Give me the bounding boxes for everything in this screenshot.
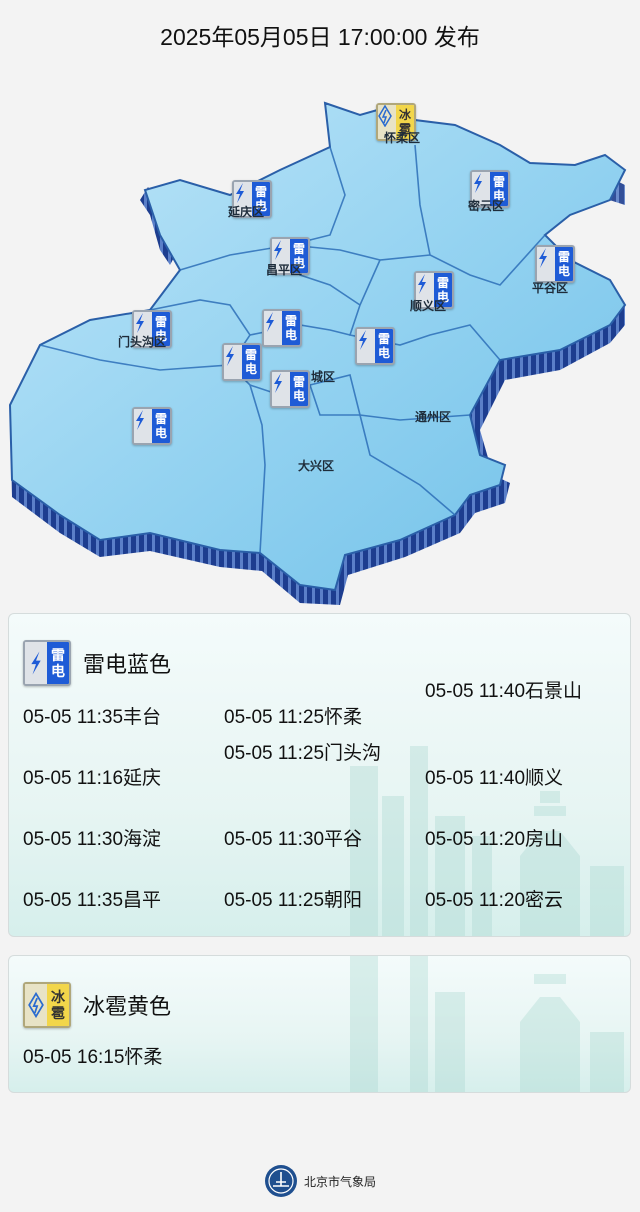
map-thunder-badge-fangshan[interactable]: 雷电 — [132, 407, 172, 445]
warning-entry: 05-05 11:20密云 — [425, 890, 564, 911]
map-label-miyun: 密云区 — [468, 199, 505, 213]
warning-entry: 05-05 11:20房山 — [425, 829, 564, 850]
map-thunder-badge-shijingshan[interactable]: 雷电 — [222, 343, 262, 381]
map-label-daxing: 大兴区 — [298, 459, 335, 473]
map-label-dongcheng: 城区 — [311, 370, 336, 384]
warning-entry: 05-05 11:25朝阳 — [224, 890, 363, 911]
warning-entry: 05-05 11:35昌平 — [23, 890, 162, 911]
warning-entry: 05-05 11:30海淀 — [23, 829, 162, 850]
warning-entry: 05-05 11:25门头沟 — [224, 743, 382, 764]
footer-agency: 北京市气象局 — [264, 1164, 376, 1198]
map-thunder-badge-chaoyang[interactable]: 雷电 — [355, 327, 395, 365]
map-label-tongzhou: 通州区 — [415, 410, 452, 424]
agency-name: 北京市气象局 — [304, 1174, 377, 1189]
map-label-huairou: 怀柔区 — [384, 131, 421, 145]
warning-entry: 05-05 11:25怀柔 — [224, 707, 363, 728]
lightning-icon — [357, 329, 375, 363]
lightning-icon — [224, 345, 242, 379]
warning-entry: 05-05 11:35丰台 — [23, 707, 162, 728]
warning-map[interactable]: 冰雹 怀柔区 雷电 延庆区 雷电 密云区 雷电 昌平区 雷电 平谷区 雷电 顺义… — [0, 85, 640, 605]
map-label-mentougou: 门头沟区 — [118, 335, 167, 349]
hail-yellow-badge: 冰雹 — [23, 982, 71, 1028]
card-title: 冰雹黄色 — [83, 994, 172, 1019]
lightning-icon — [134, 409, 152, 443]
map-thunder-badge-fengtai[interactable]: 雷电 — [270, 370, 310, 408]
beijing-map-shape — [8, 101, 627, 605]
lightning-icon — [272, 372, 290, 406]
warning-card-hail-yellow[interactable]: 冰雹 冰雹黄色 05-05 16:15怀柔 — [8, 955, 631, 1093]
cma-logo-icon — [265, 1165, 297, 1197]
skyline-decoration — [350, 956, 624, 1092]
warning-entry: 05-05 16:15怀柔 — [23, 1047, 163, 1068]
warning-entry: 05-05 11:40顺义 — [425, 768, 564, 789]
lightning-icon — [264, 311, 282, 345]
warning-entry: 05-05 11:30平谷 — [224, 829, 363, 850]
lightning-icon — [537, 247, 555, 281]
map-thunder-badge-haidian[interactable]: 雷电 — [262, 309, 302, 347]
thunder-blue-badge: 雷电 — [23, 640, 71, 686]
map-label-yanqing: 延庆区 — [228, 205, 265, 219]
warning-entry: 05-05 11:40石景山 — [425, 681, 583, 702]
map-label-changping: 昌平区 — [266, 263, 303, 277]
hail-icon — [25, 984, 47, 1026]
map-label-pinggu: 平谷区 — [532, 281, 569, 295]
lightning-icon — [25, 642, 47, 684]
card-header: 冰雹 冰雹黄色 — [23, 982, 171, 1028]
card-title: 雷电蓝色 — [83, 652, 172, 677]
publish-time: 2025年05月05日 17:00:00 发布 — [160, 24, 480, 50]
map-thunder-badge-pinggu[interactable]: 雷电 — [535, 245, 575, 283]
map-label-shunyi: 顺义区 — [410, 299, 447, 313]
warning-card-thunder-blue[interactable]: 雷电 雷电蓝色 05-05 11:35丰台 05-05 11:25怀柔 05-0… — [8, 613, 631, 937]
card-header: 雷电 雷电蓝色 — [23, 640, 171, 686]
warning-entry: 05-05 11:16延庆 — [23, 768, 162, 789]
